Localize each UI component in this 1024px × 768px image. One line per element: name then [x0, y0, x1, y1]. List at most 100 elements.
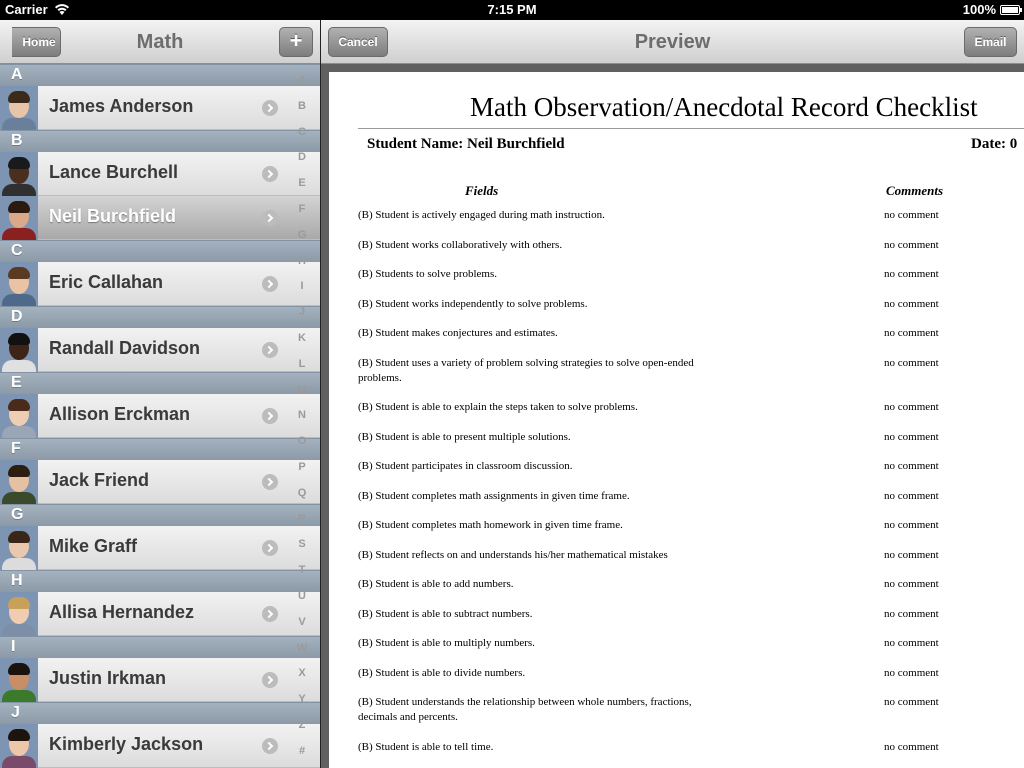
index-letter[interactable]: Z [286, 719, 318, 745]
index-letter[interactable]: J [286, 306, 318, 332]
photo-shirt [2, 690, 36, 702]
student-name-label: Student Name: Neil Burchfield [367, 136, 565, 152]
checklist-items: (B) Student is actively engaged during m… [358, 208, 1024, 768]
student-name: Jack Friend [49, 470, 150, 490]
disclosure-chevron-icon[interactable] [262, 166, 278, 182]
index-letter[interactable]: I [286, 280, 318, 306]
disclosure-chevron-icon[interactable] [262, 540, 278, 556]
disclosure-chevron-icon[interactable] [262, 210, 278, 226]
disclosure-chevron-icon[interactable] [262, 672, 278, 688]
student-row[interactable]: Neil Burchfield [0, 196, 320, 240]
index-letter[interactable]: E [286, 177, 318, 203]
checklist-row: (B) Student understands the relationship… [358, 695, 1024, 725]
student-photo [0, 460, 38, 504]
index-letter[interactable]: # [286, 745, 318, 768]
comment-text: no comment [884, 297, 939, 310]
battery-fill [1002, 7, 1018, 13]
index-letter[interactable]: O [286, 435, 318, 461]
photo-hair [8, 91, 30, 103]
student-row[interactable]: Allisa Hernandez [0, 592, 320, 636]
student-name: Allison Erckman [49, 404, 191, 424]
checklist-row: (B) Student participates in classroom di… [358, 459, 1024, 474]
comment-text: no comment [884, 637, 939, 649]
comment-text: no comment [884, 268, 939, 280]
comment-text: no comment [884, 578, 939, 590]
student-row[interactable]: Randall Davidson [0, 328, 320, 372]
index-letter[interactable]: Q [286, 487, 318, 513]
comment-text: no comment [884, 238, 939, 251]
photo-shirt [2, 228, 36, 240]
photo-hair [8, 465, 30, 477]
comments-column-header: Comments [886, 183, 944, 198]
alphabet-index[interactable]: A B C D E F G H I J K L M N O P Q R S T U V W X Y Z # [286, 74, 318, 764]
disclosure-chevron-icon[interactable] [262, 474, 278, 490]
index-letter[interactable]: S [286, 538, 318, 564]
comment-text: no comment [884, 740, 939, 753]
disclosure-chevron-icon[interactable] [262, 738, 278, 754]
index-letter[interactable]: D [286, 151, 318, 177]
disclosure-chevron-icon[interactable] [262, 100, 278, 116]
field-text: (B) Student is able to subtract numbers. [358, 607, 533, 620]
index-letter[interactable]: L [286, 358, 318, 384]
student-row[interactable]: Lance Burchell [0, 152, 320, 196]
add-student-button[interactable]: + [279, 27, 313, 57]
student-photo [0, 724, 38, 768]
index-letter[interactable]: V [286, 616, 318, 642]
field-text: (B) Student reflects on and understands … [358, 548, 668, 561]
checklist-row: (B) Student is able to subtract numbers.… [358, 607, 1024, 622]
index-letter[interactable]: U [286, 590, 318, 616]
email-button[interactable]: Email [964, 27, 1017, 57]
field-text: (B) Student is able to add numbers. [358, 578, 514, 590]
index-letter[interactable]: C [286, 126, 318, 152]
fields-column-header: Fields [465, 183, 499, 198]
field-text: (B) Student works collaboratively with o… [358, 238, 563, 251]
student-photo [0, 196, 38, 240]
index-letter[interactable]: W [286, 642, 318, 668]
photo-shirt [2, 360, 36, 372]
student-photo [0, 152, 38, 196]
document-preview[interactable]: Math Observation/Anecdotal Record Checkl… [329, 72, 1024, 768]
checklist-row: (B) Student works collaboratively with o… [358, 238, 1024, 253]
disclosure-chevron-icon[interactable] [262, 276, 278, 292]
student-photo [0, 658, 38, 702]
index-letter[interactable]: G [286, 229, 318, 255]
disclosure-chevron-icon[interactable] [262, 408, 278, 424]
clock: 7:15 PM [487, 2, 537, 17]
index-letter[interactable]: N [286, 409, 318, 435]
student-row[interactable]: Eric Callahan [0, 262, 320, 306]
index-letter[interactable]: B [286, 100, 318, 126]
index-letter[interactable]: H [286, 255, 318, 281]
section-header: E [0, 372, 320, 394]
field-text: (B) Student works independently to solve… [358, 297, 588, 310]
student-row[interactable]: Justin Irkman [0, 658, 320, 702]
comment-text: no comment [884, 696, 939, 708]
index-letter[interactable]: Y [286, 693, 318, 719]
index-letter[interactable]: F [286, 203, 318, 229]
disclosure-chevron-icon[interactable] [262, 606, 278, 622]
index-letter[interactable]: K [286, 332, 318, 358]
section-header: I [0, 636, 320, 658]
section-header: D [0, 306, 320, 328]
index-letter[interactable]: T [286, 564, 318, 590]
checklist-row: (B) Student completes math homework in g… [358, 518, 1024, 533]
index-letter[interactable]: R [286, 513, 318, 539]
disclosure-chevron-icon[interactable] [262, 342, 278, 358]
comment-text: no comment [884, 548, 939, 561]
student-row[interactable]: Mike Graff [0, 526, 320, 570]
index-letter[interactable]: M [286, 384, 318, 410]
student-name: Lance Burchell [49, 162, 179, 182]
index-letter[interactable]: A [286, 74, 318, 100]
index-letter[interactable]: P [286, 461, 318, 487]
photo-hair [8, 531, 30, 543]
student-row[interactable]: James Anderson [0, 86, 320, 130]
index-letter[interactable]: X [286, 667, 318, 693]
battery-icon [1000, 5, 1022, 15]
comment-text: no comment [884, 460, 939, 472]
student-row[interactable]: Kimberly Jackson [0, 724, 320, 768]
student-row[interactable]: Jack Friend [0, 460, 320, 504]
field-text: (B) Students to solve problems. [358, 268, 498, 280]
field-text: (B) Student completes math homework in g… [358, 519, 623, 531]
student-row[interactable]: Allison Erckman [0, 394, 320, 438]
photo-hair [8, 399, 30, 411]
field-text: (B) Student makes conjectures and estima… [358, 327, 558, 339]
